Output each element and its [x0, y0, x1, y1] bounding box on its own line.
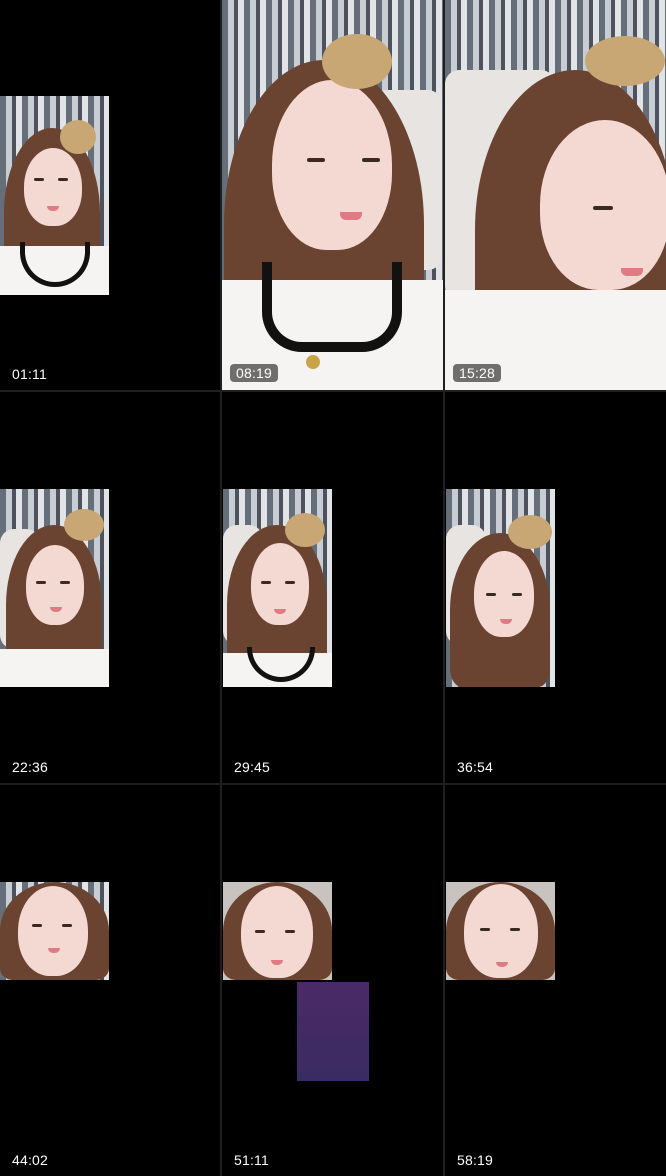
thumbnail-image [223, 489, 332, 687]
thumbnail-3[interactable]: 15:28 [445, 0, 666, 390]
thumbnail-image [0, 96, 109, 295]
timestamp-label: 29:45 [234, 759, 271, 775]
timestamp-label: 08:19 [230, 364, 279, 382]
thumbnail-image [0, 489, 109, 687]
thumbnail-grid: 01:11 08:19 15:28 22:36 29:45 36:54 44:0… [0, 0, 666, 1176]
timestamp-label: 36:54 [457, 759, 494, 775]
thumbnail-9[interactable]: 58:19 [445, 785, 666, 1176]
thumbnail-image [0, 882, 109, 980]
thumbnail-image [446, 489, 555, 687]
timestamp-label: 51:11 [234, 1152, 269, 1168]
thumbnail-1[interactable]: 01:11 [0, 0, 220, 390]
overlay-block [297, 982, 369, 1081]
timestamp-label: 01:11 [12, 366, 47, 382]
thumbnail-6[interactable]: 36:54 [445, 392, 666, 783]
thumbnail-image [223, 882, 332, 980]
thumbnail-image [446, 882, 555, 980]
timestamp-label: 15:28 [453, 364, 502, 382]
timestamp-label: 44:02 [12, 1152, 49, 1168]
thumbnail-5[interactable]: 29:45 [222, 392, 443, 783]
thumbnail-8[interactable]: 51:11 [222, 785, 443, 1176]
thumbnail-image [222, 0, 443, 390]
timestamp-label: 58:19 [457, 1152, 494, 1168]
thumbnail-7[interactable]: 44:02 [0, 785, 220, 1176]
thumbnail-2[interactable]: 08:19 [222, 0, 443, 390]
thumbnail-4[interactable]: 22:36 [0, 392, 220, 783]
thumbnail-image [445, 0, 666, 390]
timestamp-label: 22:36 [12, 759, 49, 775]
